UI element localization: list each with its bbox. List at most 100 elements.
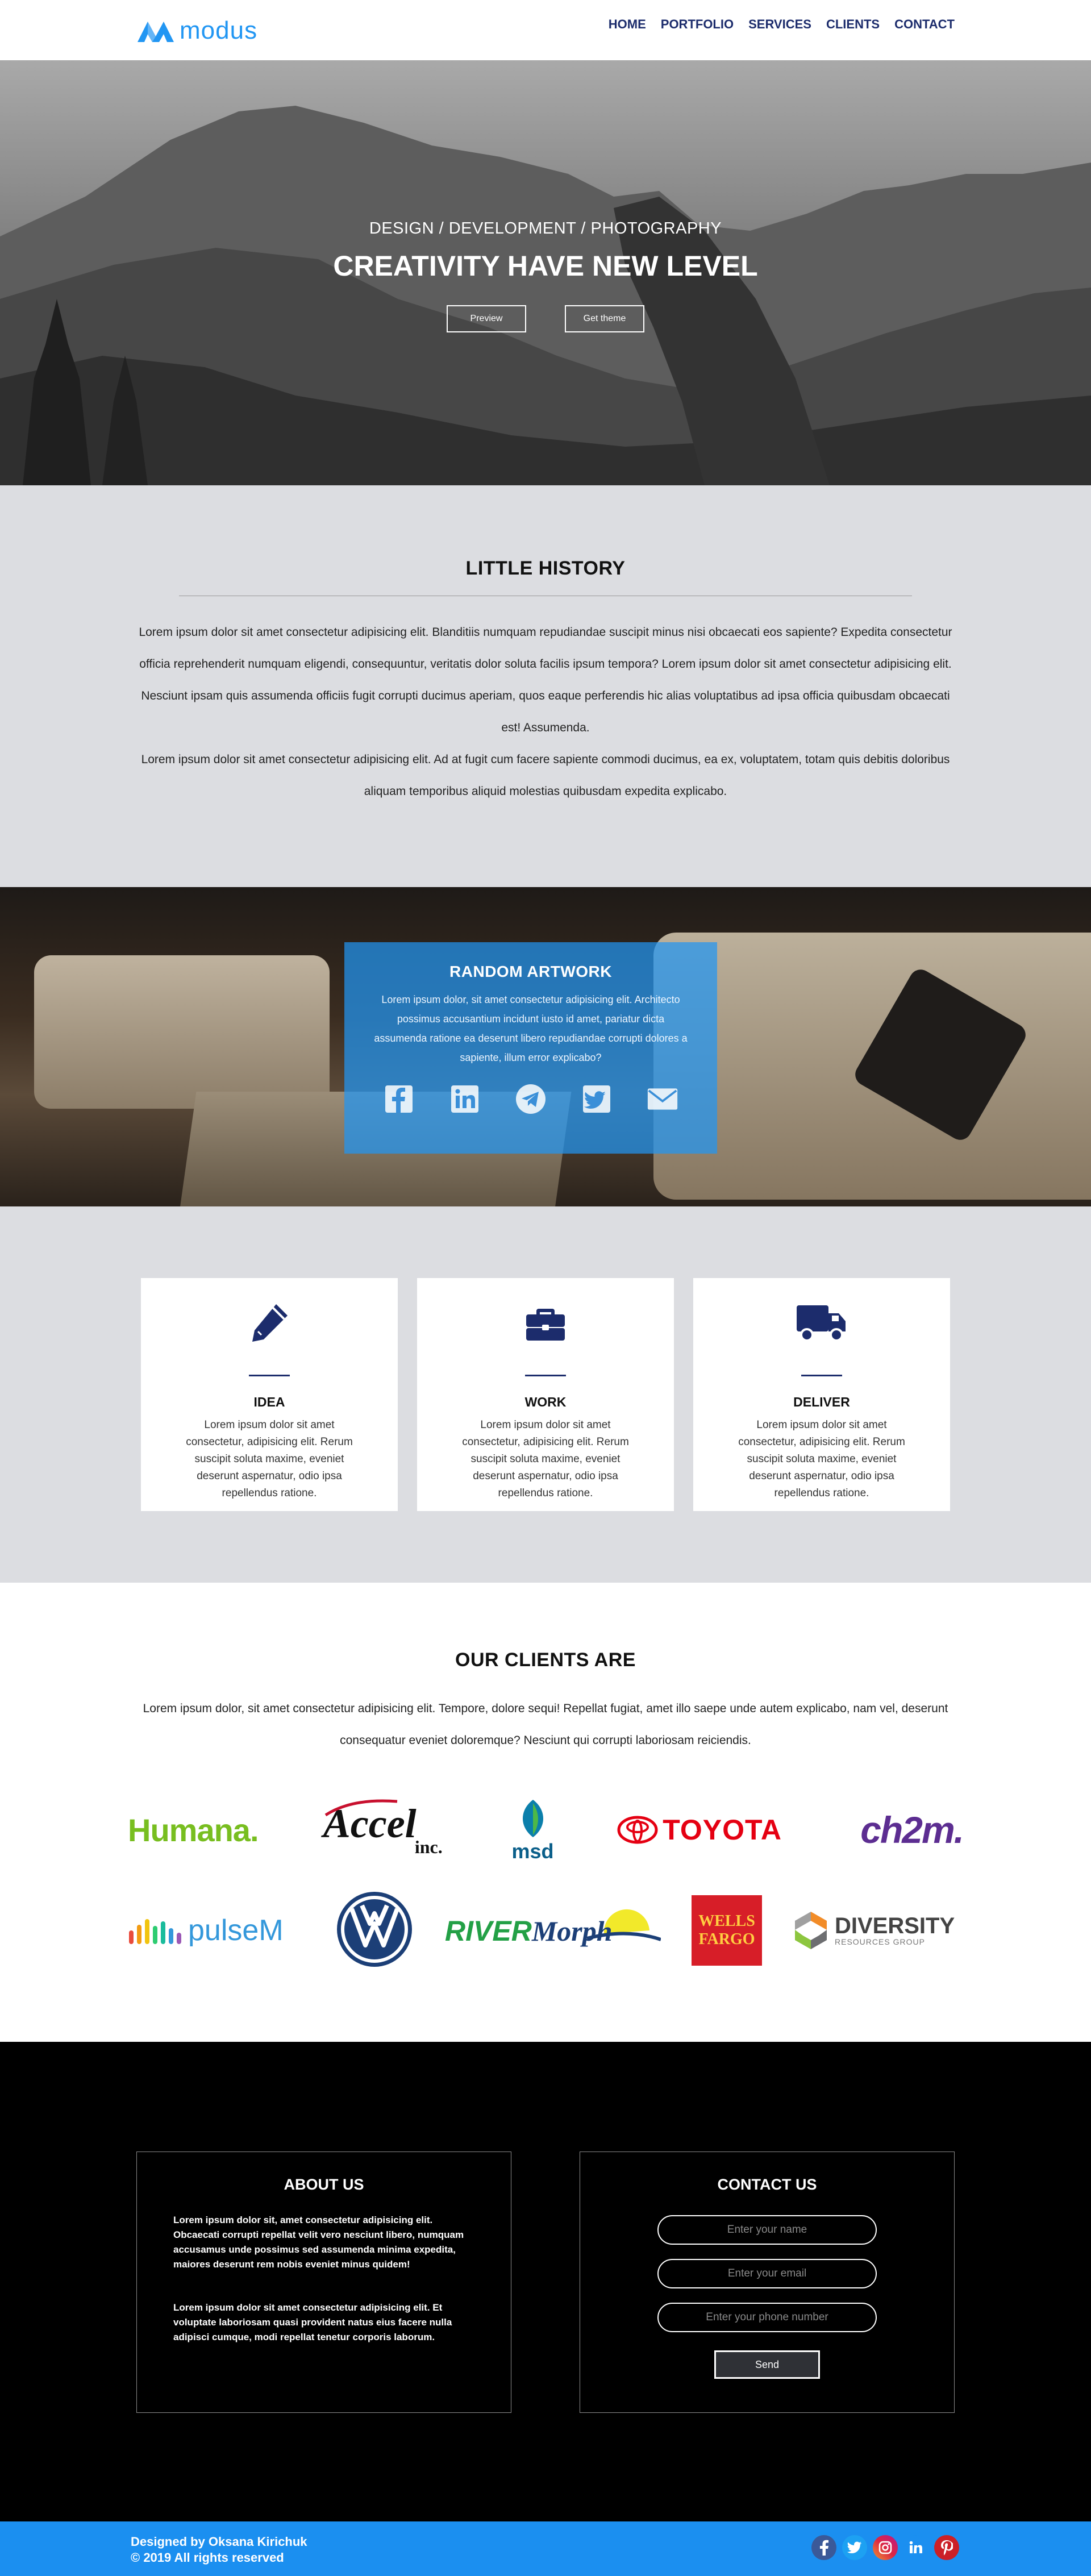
msd-leaf-icon (522, 1799, 543, 1837)
about-us-paragraph-2: Lorem ipsum dolor sit amet consectetur a… (173, 2302, 452, 2342)
rivermorph-text-morph: Morph (531, 1915, 613, 1947)
facebook-icon[interactable] (383, 1083, 415, 1115)
card-divider (525, 1375, 566, 1376)
artwork-text: Lorem ipsum dolor, sit amet consectetur … (374, 994, 688, 1063)
humana-logo[interactable]: Humana. (128, 1812, 273, 1849)
telegram-icon[interactable] (515, 1083, 547, 1115)
get-theme-button[interactable]: Get theme (565, 305, 644, 332)
facebook-icon[interactable] (811, 2535, 836, 2560)
history-title: LITTLE HISTORY (465, 557, 626, 579)
feature-card-work: WORK Lorem ipsum dolor sit amet consecte… (417, 1278, 674, 1511)
feature-cards: IDEA Lorem ipsum dolor sit amet consecte… (141, 1278, 950, 1511)
volkswagen-emblem-icon (337, 1891, 412, 1967)
twitter-icon[interactable] (581, 1083, 613, 1115)
linkedin-icon[interactable] (449, 1083, 481, 1115)
rivermorph-logo-text: RIVERMorph (445, 1915, 613, 1947)
client-logos-row-1: Humana. Accel inc. msd TOYOTA ch2m. (128, 1793, 964, 1867)
history-paragraph-1: Lorem ipsum dolor sit amet consectetur a… (139, 626, 952, 734)
wells-text: WELLS (698, 1912, 755, 1930)
feature-card-idea: IDEA Lorem ipsum dolor sit amet consecte… (141, 1278, 398, 1511)
pulsem-logo[interactable]: pulseM (128, 1913, 304, 1947)
toyota-emblem-icon (617, 1816, 658, 1844)
about-us-box: ABOUT US Lorem ipsum dolor sit, amet con… (136, 2151, 511, 2413)
diversity-logo[interactable]: DIVERSITY RESOURCES GROUP (793, 1911, 963, 1950)
diversity-hexagon-icon (795, 1912, 827, 1949)
about-us-title: ABOUT US (284, 2176, 364, 2193)
bottom-bar: Designed by Oksana Kirichuk © 2019 All r… (0, 2521, 1091, 2576)
contact-us-title: CONTACT US (717, 2176, 817, 2193)
hero-buttons: Preview Get theme (0, 305, 1091, 332)
site-header: modus HOME PORTFOLIO SERVICES CLIENTS CO… (0, 0, 1091, 60)
diversity-title: DIVERSITY (835, 1913, 955, 1938)
card-title: WORK (524, 1395, 567, 1409)
msd-logo-text: msd (511, 1839, 554, 1863)
email-icon[interactable] (647, 1083, 678, 1115)
footer: ABOUT US Lorem ipsum dolor sit, amet con… (0, 2042, 1091, 2521)
nav-contact[interactable]: CONTACT (894, 17, 955, 32)
msd-logo[interactable]: msd (499, 1799, 567, 1862)
nav-services[interactable]: SERVICES (748, 17, 811, 32)
toyota-logo-text: TOYOTA (663, 1814, 782, 1846)
card-text: Lorem ipsum dolor sit amet consectetur, … (462, 1419, 629, 1499)
ch2m-logo-text: ch2m. (860, 1809, 964, 1851)
history-paragraph-2: Lorem ipsum dolor sit amet consectetur a… (141, 753, 950, 798)
logo-mark-icon (138, 22, 174, 42)
client-logos-row-2: pulseM RIVERMorph WELLS FARGO DIVERSITY … (128, 1891, 963, 1970)
linkedin-icon[interactable] (903, 2535, 928, 2560)
pinterest-icon[interactable] (934, 2535, 959, 2560)
main-nav: HOME PORTFOLIO SERVICES CLIENTS CONTACT (609, 17, 955, 32)
nav-home[interactable]: HOME (609, 17, 646, 32)
clients-section: OUR CLIENTS ARE Lorem ipsum dolor, sit a… (0, 1583, 1091, 2042)
volkswagen-logo[interactable] (335, 1891, 414, 1971)
bottom-social-icons (811, 2535, 959, 2560)
artwork-social-icons (344, 1083, 717, 1115)
hero-title: CREATIVITY HAVE NEW LEVEL (333, 250, 758, 282)
send-button[interactable]: Send (714, 2350, 820, 2379)
toyota-logo[interactable]: TOYOTA (617, 1813, 782, 1846)
diversity-logo-text: DIVERSITY RESOURCES GROUP (835, 1915, 955, 1946)
accel-logo[interactable]: Accel inc. (323, 1796, 448, 1864)
pencil-icon (141, 1300, 398, 1345)
rivermorph-text-river: RIVER (445, 1915, 532, 1947)
preview-button[interactable]: Preview (447, 305, 526, 332)
briefcase-icon (417, 1300, 674, 1345)
about-us-paragraph-1: Lorem ipsum dolor sit, amet consectetur … (173, 2215, 464, 2270)
diversity-subtitle: RESOURCES GROUP (835, 1937, 925, 1946)
truck-icon (693, 1300, 950, 1345)
artwork-title: RANDOM ARTWORK (449, 963, 612, 980)
artwork-box: RANDOM ARTWORK Lorem ipsum dolor, sit am… (344, 942, 717, 1154)
nav-portfolio[interactable]: PORTFOLIO (661, 17, 734, 32)
feature-card-deliver: DELIVER Lorem ipsum dolor sit amet conse… (693, 1278, 950, 1511)
logo[interactable]: modus (136, 14, 257, 48)
humana-logo-text: Humana. (128, 1812, 259, 1848)
ch2m-logo[interactable]: ch2m. (832, 1808, 964, 1851)
footer-boxes: ABOUT US Lorem ipsum dolor sit, amet con… (136, 2151, 955, 2413)
features-section: IDEA Lorem ipsum dolor sit amet consecte… (0, 1206, 1091, 1583)
hero-content: DESIGN / DEVELOPMENT / PHOTOGRAPHY CREAT… (0, 219, 1091, 332)
instagram-icon[interactable] (873, 2535, 898, 2560)
card-text: Lorem ipsum dolor sit amet consectetur, … (186, 1419, 353, 1499)
hero-subtitle: DESIGN / DEVELOPMENT / PHOTOGRAPHY (369, 219, 722, 238)
artwork-section: RANDOM ARTWORK Lorem ipsum dolor, sit am… (0, 887, 1091, 1206)
card-divider (801, 1375, 842, 1376)
card-divider (249, 1375, 290, 1376)
wells-fargo-logo[interactable]: WELLS FARGO (692, 1895, 762, 1966)
phone-field[interactable] (657, 2303, 877, 2332)
designed-by: Designed by Oksana Kirichuk (131, 2535, 307, 2549)
sofa-image (34, 955, 330, 1109)
accel-logo-sub: inc. (414, 1837, 443, 1857)
email-field[interactable] (657, 2259, 877, 2288)
card-title: IDEA (253, 1395, 285, 1409)
card-title: DELIVER (793, 1395, 850, 1409)
clients-text: Lorem ipsum dolor, sit amet consectetur … (143, 1702, 948, 1747)
nav-clients[interactable]: CLIENTS (826, 17, 880, 32)
pulsem-bars-icon (129, 1919, 181, 1944)
logo-text: modus (180, 16, 258, 44)
clients-title: OUR CLIENTS ARE (455, 1649, 636, 1671)
twitter-icon[interactable] (842, 2535, 867, 2560)
card-text: Lorem ipsum dolor sit amet consectetur, … (738, 1419, 905, 1499)
name-field[interactable] (657, 2215, 877, 2245)
hero-section: DESIGN / DEVELOPMENT / PHOTOGRAPHY CREAT… (0, 60, 1091, 485)
rivermorph-logo[interactable]: RIVERMorph (445, 1902, 661, 1959)
accel-swoosh-icon (324, 1799, 397, 1817)
